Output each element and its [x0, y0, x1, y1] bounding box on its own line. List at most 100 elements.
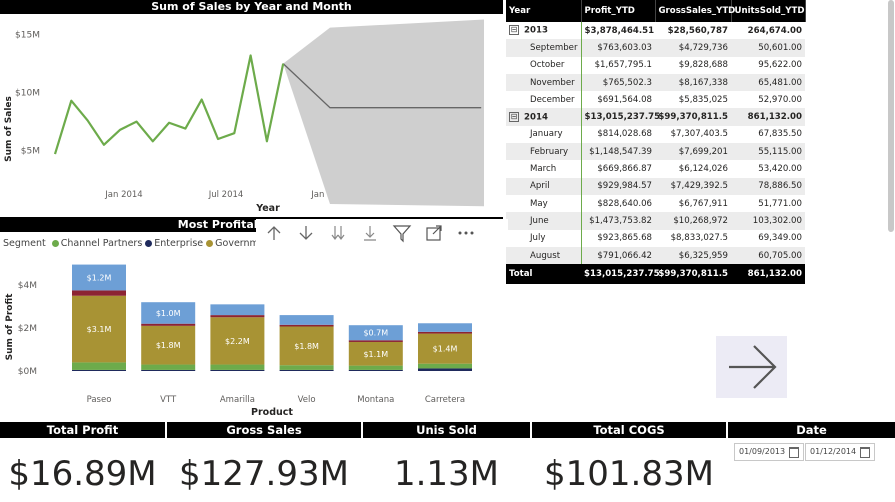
bar-data-label: $1.8M	[294, 342, 319, 351]
bar-segment-midmarket[interactable]	[418, 331, 472, 334]
matrix-header-profit[interactable]: Profit_YTD	[581, 0, 656, 22]
bar-segment-enterprise[interactable]	[279, 369, 334, 371]
kpi-title-total-profit: Total Profit	[0, 422, 165, 438]
bar-segment-small-business[interactable]	[418, 323, 472, 332]
date-end-value: 01/12/2014	[810, 447, 857, 456]
drill-up-icon[interactable]	[260, 219, 288, 247]
matrix-cell-gross: $9,828,688	[678, 60, 728, 71]
forecast-confidence-band	[283, 19, 484, 207]
bar-data-label: $2.2M	[225, 337, 250, 346]
matrix-row-label: June	[506, 212, 582, 230]
matrix-month-row[interactable]: April $929,984.57 $7,429,392.5 78,886.50	[506, 177, 805, 195]
profit-bar-chart[interactable]: $4M $2M $0M Sum of Profit Product $3.1M $1.…	[0, 232, 503, 422]
matrix-row-label: February	[506, 143, 582, 161]
matrix-total-gross: $99,370,811.5	[655, 264, 731, 285]
bar-segment-midmarket[interactable]	[72, 290, 126, 296]
bar-chart-xlabel: Product	[251, 407, 293, 418]
matrix-row-label[interactable]: ⊟ 2014	[506, 108, 582, 126]
bar-segment-midmarket[interactable]	[141, 323, 196, 326]
matrix-month-row[interactable]: May $828,640.06 $6,767,911 51,771.00	[506, 194, 805, 213]
matrix-month-row[interactable]: August $791,066.42 $6,325,959 60,705.00	[506, 246, 805, 265]
kpi-title-total-cogs: Total COGS	[532, 422, 726, 438]
matrix-header-gross[interactable]: GrossSales_YTD	[655, 0, 735, 22]
bar-segment-enterprise[interactable]	[210, 369, 265, 371]
matrix-month-row[interactable]: June $1,473,753.82 $10,268,972 103,302.00	[506, 212, 805, 230]
x-category-label: Amarilla	[220, 395, 255, 405]
sales-series-line[interactable]	[53, 54, 285, 155]
bar-data-label: $1.1M	[363, 350, 388, 359]
date-start-input[interactable]: 01/09/2013	[734, 443, 804, 461]
bar-segment-midmarket[interactable]	[348, 340, 403, 342]
matrix-year-row[interactable]: ⊟ 2014 $13,015,237.75 $99,370,811.5 861,132.…	[506, 108, 805, 126]
matrix-cell-profit: $828,640.06	[597, 198, 652, 209]
bar-data-label: $1.0M	[156, 309, 181, 318]
matrix-row-label: July	[506, 229, 582, 247]
page-scrollbar[interactable]	[888, 0, 894, 232]
y-tick-label: $15M	[15, 31, 40, 41]
matrix-cell-units: 65,481.00	[731, 73, 805, 92]
x-category-label: Carretera	[425, 395, 465, 405]
matrix-month-row[interactable]: February $1,148,547.39 $7,699,201 55,115.00	[506, 143, 805, 161]
matrix-month-row[interactable]: November $765,502.3 $8,167,338 65,481.00	[506, 73, 805, 92]
matrix-cell-gross: $7,307,403.5	[670, 129, 728, 140]
collapse-icon[interactable]: ⊟	[509, 25, 519, 36]
bar-segment-enterprise[interactable]	[141, 369, 196, 371]
collapse-icon[interactable]: ⊟	[509, 111, 519, 122]
matrix-month-row[interactable]: September $763,603.03 $4,729,736 50,601.00	[506, 39, 805, 57]
matrix-cell-profit: $1,473,753.82	[581, 212, 655, 230]
matrix-month-row[interactable]: December $691,564.08 $5,835,025 52,970.00	[506, 91, 805, 109]
bar-segment-channel-partners[interactable]	[418, 363, 472, 369]
matrix-month-row[interactable]: January $814,028.68 $7,307,403.5 67,835.50	[506, 125, 805, 144]
matrix-cell-profit: $765,502.3	[581, 73, 655, 92]
kpi-value-total-cogs: $101.83M	[544, 454, 714, 494]
bar-segment-channel-partners[interactable]	[348, 365, 403, 370]
matrix-cell-gross: $10,268,972	[655, 212, 731, 230]
matrix-year-row[interactable]: ⊟ 2013 $3,878,464.51 $28,560,787 264,674.00	[506, 22, 805, 40]
sales-line-chart[interactable]: $15M$10M$5M Jan 2014Jul 2014Jan 2015Jul …	[0, 14, 503, 214]
bar-segment-channel-partners[interactable]	[279, 365, 334, 370]
matrix-month-row[interactable]: October $1,657,795.1 $9,828,688 95,622.00	[506, 56, 805, 74]
matrix-month-row[interactable]: July $923,865.68 $8,833,027.5 69,349.00	[506, 229, 805, 247]
matrix-cell-units: 103,302.00	[731, 212, 805, 230]
row-label-text: 2013	[524, 25, 548, 36]
matrix-row-label[interactable]: ⊟ 2013	[506, 22, 582, 40]
filter-icon[interactable]	[388, 219, 416, 247]
row-label-text: February	[530, 146, 569, 157]
matrix-cell-units: 861,132.00	[731, 108, 805, 126]
bar-segment-channel-partners[interactable]	[141, 364, 196, 370]
matrix-cell-profit: $3,878,464.51	[584, 25, 655, 36]
matrix-month-row[interactable]: March $669,866.87 $6,124,026 53,420.00	[506, 160, 805, 178]
expand-next-icon[interactable]	[356, 219, 384, 247]
more-options-icon[interactable]	[452, 219, 480, 247]
bar-segment-small-business[interactable]	[210, 304, 265, 316]
bar-segment-enterprise[interactable]	[348, 369, 403, 371]
matrix-header-units[interactable]: UnitsSold_YTD	[731, 0, 806, 22]
y-tick-label: $5M	[21, 147, 40, 157]
x-tick-label: Jul 2014	[208, 190, 244, 200]
matrix-cell-profit: $929,984.57	[581, 177, 655, 195]
bar-segment-midmarket[interactable]	[210, 315, 265, 318]
x-category-label: Velo	[298, 395, 316, 405]
matrix-header-year[interactable]: Year	[506, 0, 582, 22]
calendar-icon[interactable]	[789, 447, 799, 458]
focus-mode-icon[interactable]	[420, 219, 448, 247]
drill-down-icon[interactable]	[292, 219, 320, 247]
bar-data-label: $1.2M	[87, 273, 112, 282]
row-label-text: July	[530, 233, 546, 244]
bar-segment-channel-partners[interactable]	[72, 362, 126, 370]
row-label-text: December	[530, 94, 575, 105]
bar-segment-enterprise[interactable]	[72, 369, 126, 371]
bar-segment-enterprise[interactable]	[418, 368, 472, 371]
bar-segment-midmarket[interactable]	[279, 324, 334, 327]
bar-chart-ylabel: Sum of Profit	[5, 293, 15, 361]
row-label-text: August	[530, 250, 561, 261]
bar-segment-small-business[interactable]	[279, 315, 334, 325]
sales-ytd-matrix[interactable]: Year Profit_YTD GrossSales_YTD UnitsSold…	[506, 0, 806, 293]
bar-segment-channel-partners[interactable]	[210, 364, 265, 370]
calendar-icon[interactable]	[860, 447, 870, 458]
next-page-button[interactable]	[716, 336, 787, 398]
x-category-label: Montana	[357, 395, 394, 405]
expand-all-icon[interactable]	[324, 219, 352, 247]
date-end-input[interactable]: 01/12/2014	[805, 443, 875, 461]
visual-header-toolbar	[256, 219, 508, 247]
